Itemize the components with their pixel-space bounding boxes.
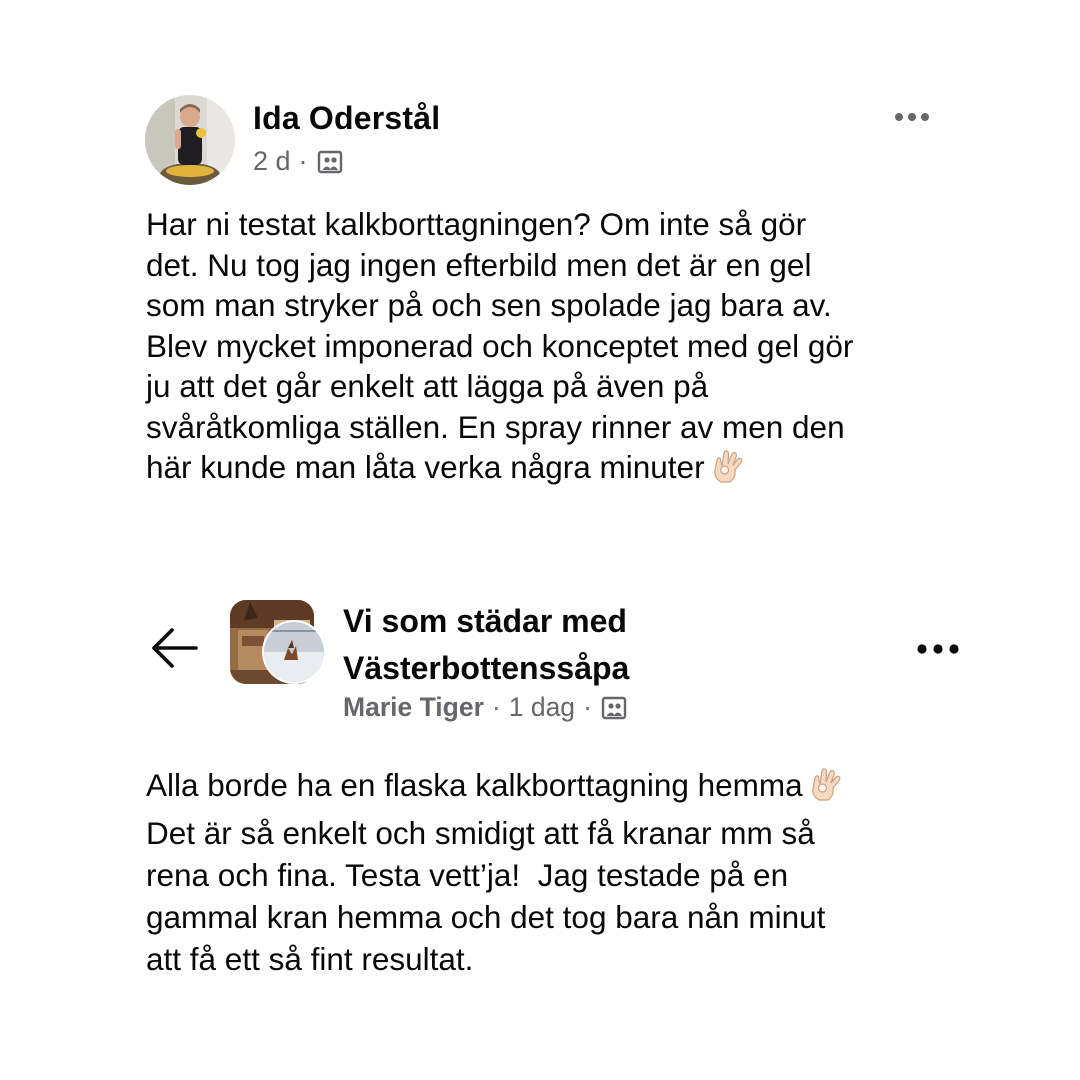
ok-hand-emoji xyxy=(711,448,745,494)
meta-separator: · xyxy=(298,146,308,176)
post-text-content: Det är så enkelt och smidigt att få kran… xyxy=(146,815,826,977)
post-timestamp[interactable]: 1 dag xyxy=(509,692,575,723)
back-arrow-icon[interactable] xyxy=(148,624,200,672)
post-meta: 2 d · xyxy=(253,146,344,177)
post-text-content: Har ni testat kalkborttagningen? Om inte… xyxy=(146,206,854,485)
meta-separator: · xyxy=(491,692,501,722)
author-avatar[interactable] xyxy=(145,95,235,185)
post-text-line1: Alla borde ha en flaska kalkborttagning … xyxy=(146,767,803,803)
group-members-icon xyxy=(600,694,628,722)
author-name[interactable]: Ida Oderstål xyxy=(253,100,440,137)
ok-hand-emoji xyxy=(809,766,843,812)
post-text: Alla borde ha en flaska kalkborttagning … xyxy=(146,764,966,980)
post-timestamp[interactable]: 2 d xyxy=(253,146,291,177)
post-meta: Marie Tiger · 1 dag · xyxy=(343,692,628,723)
post-text: Har ni testat kalkborttagningen? Om inte… xyxy=(146,204,946,494)
more-options-icon[interactable] xyxy=(914,632,962,666)
group-avatar[interactable] xyxy=(230,600,326,686)
group-members-icon xyxy=(316,148,344,176)
more-options-icon[interactable] xyxy=(892,100,932,134)
meta-separator: · xyxy=(583,692,592,722)
group-name[interactable]: Vi som städar med Västerbottenssåpa xyxy=(343,598,823,692)
author-name[interactable]: Marie Tiger xyxy=(343,692,484,723)
